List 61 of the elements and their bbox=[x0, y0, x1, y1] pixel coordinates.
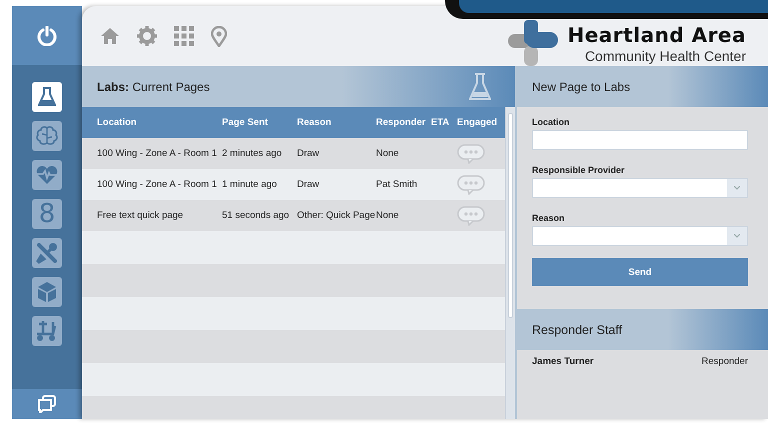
settings-icon[interactable] bbox=[137, 26, 157, 46]
column-header: Reason bbox=[297, 117, 332, 128]
field-label: Location bbox=[532, 117, 570, 127]
chat-bubble-icon[interactable] bbox=[457, 206, 485, 226]
caret-icon bbox=[734, 234, 740, 238]
table-cell-text: 100 Wing - Zone A - Room 1 bbox=[97, 148, 218, 159]
logo-subtitle: Community Health Center bbox=[584, 49, 746, 63]
box-icon bbox=[37, 281, 57, 303]
cart-icon bbox=[36, 320, 58, 342]
chat-windows-icon[interactable] bbox=[37, 395, 57, 413]
chat-bubble-icon[interactable] bbox=[457, 174, 485, 194]
sidebar-item[interactable] bbox=[32, 160, 62, 190]
chat-bubble-icon[interactable] bbox=[457, 144, 485, 164]
sidebar-item[interactable] bbox=[32, 82, 62, 112]
table-cell-text: 100 Wing - Zone A - Room 1 bbox=[97, 179, 218, 190]
grid-icon[interactable] bbox=[174, 26, 194, 46]
staff-name: James Turner bbox=[532, 356, 594, 366]
field-label: Reason bbox=[532, 213, 566, 223]
dropdown-field[interactable] bbox=[532, 178, 748, 198]
table-cell-text: 1 minute ago bbox=[222, 179, 278, 190]
sidebar-item[interactable] bbox=[32, 277, 62, 307]
heart-pulse-icon bbox=[36, 165, 58, 185]
column-header: Responder bbox=[376, 117, 427, 128]
table-row[interactable]: 100 Wing - Zone A - Room 1 2 minutes ago Draw None bbox=[82, 138, 505, 169]
brain-icon bbox=[36, 126, 58, 146]
tools-icon bbox=[36, 242, 58, 264]
flask-icon bbox=[469, 72, 491, 100]
sidebar-item[interactable] bbox=[32, 316, 62, 346]
scrollbar[interactable] bbox=[505, 107, 515, 419]
panel-title: Labs: Current Pages bbox=[97, 80, 210, 94]
table-row[interactable]: 100 Wing - Zone A - Room 1 1 minute ago Draw Pat Smith bbox=[82, 169, 505, 200]
column-header: Page Sent bbox=[222, 117, 269, 128]
staff-role: Responder bbox=[702, 356, 748, 366]
table-cell-text: Free text quick page bbox=[97, 210, 184, 221]
table-cell-text: 51 seconds ago bbox=[222, 210, 290, 221]
panel-title: Responder Staff bbox=[532, 322, 622, 336]
input-field[interactable] bbox=[532, 130, 748, 150]
table-cell-text: Draw bbox=[297, 179, 320, 190]
table-cell-text: None bbox=[376, 148, 400, 159]
column-header: Location bbox=[97, 117, 138, 128]
caret-icon bbox=[734, 186, 740, 190]
table-cell-text: Pat Smith bbox=[376, 179, 418, 190]
location-pin-icon[interactable] bbox=[211, 26, 227, 46]
table-row[interactable]: Free text quick page 51 seconds ago Other: Quick PageNone bbox=[82, 200, 505, 231]
sidebar-item[interactable] bbox=[32, 238, 62, 268]
flask-icon bbox=[38, 87, 56, 107]
sidebar-item[interactable] bbox=[32, 121, 62, 151]
dropdown-field[interactable] bbox=[532, 226, 748, 246]
home-icon[interactable] bbox=[100, 27, 120, 45]
send-button[interactable]: Send bbox=[532, 258, 748, 286]
table-cell-text: Draw bbox=[297, 148, 320, 159]
logo-icon bbox=[508, 20, 558, 66]
power-icon[interactable] bbox=[37, 26, 57, 46]
table-cell: Other: Quick Page bbox=[297, 210, 376, 221]
logo-title: Heartland Area bbox=[568, 23, 746, 47]
column-header: ETA bbox=[431, 117, 450, 128]
field-label: Responsible Provider bbox=[532, 165, 626, 175]
panel-title: New Page to Labs bbox=[532, 80, 630, 94]
table-cell-text: None bbox=[376, 210, 400, 221]
table-cell-text: 2 minutes ago bbox=[222, 148, 283, 159]
column-header: Engaged bbox=[457, 117, 497, 128]
